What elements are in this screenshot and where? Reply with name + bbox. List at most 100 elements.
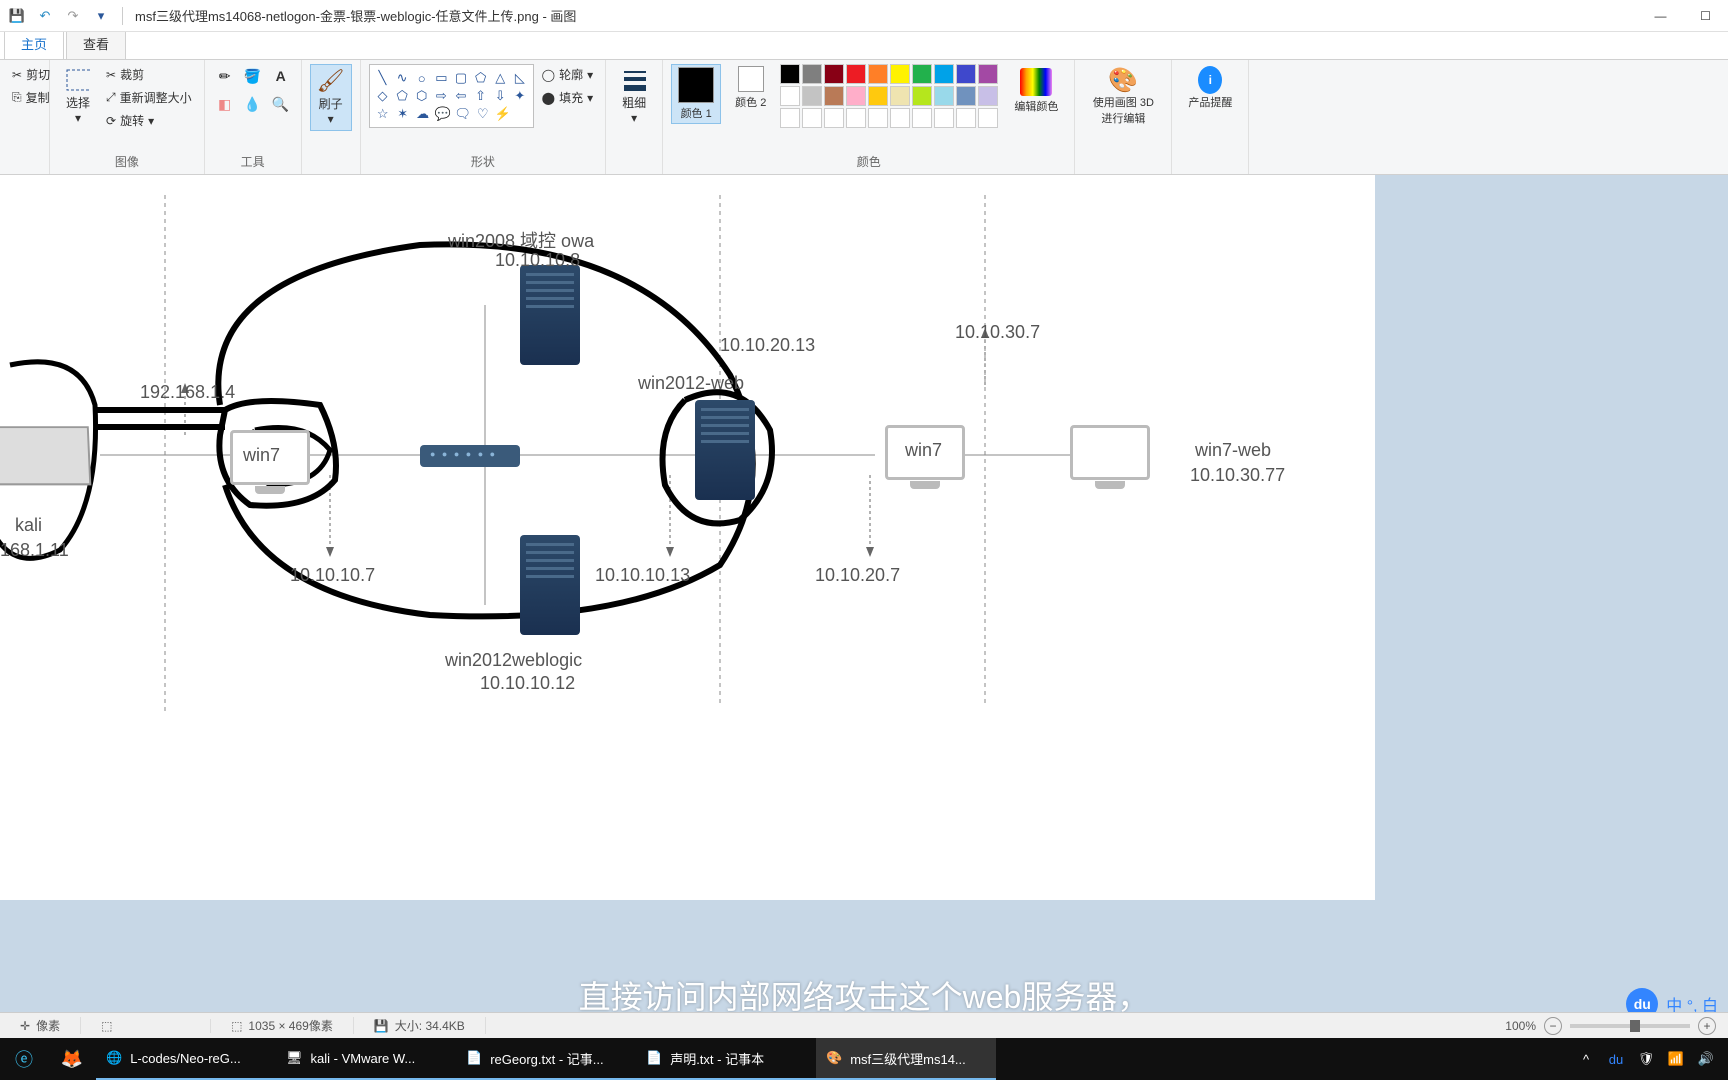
callout3-shape-icon[interactable]: 🗨 — [454, 105, 472, 123]
tray-shield-icon[interactable]: 🛡 — [1636, 1051, 1656, 1067]
eraser-tool-icon[interactable]: ◧ — [213, 92, 237, 116]
minimize-button[interactable]: ― — [1638, 0, 1683, 32]
arrow-l-shape-icon[interactable]: ⇦ — [452, 87, 470, 105]
text-tool-icon[interactable]: A — [269, 64, 293, 88]
callout2-shape-icon[interactable]: 💬 — [434, 105, 452, 123]
curve-shape-icon[interactable]: ∿ — [393, 69, 411, 87]
rtriangle-shape-icon[interactable]: ◺ — [511, 69, 529, 87]
color-swatch[interactable] — [780, 64, 800, 84]
custom-color-slot[interactable] — [912, 108, 932, 128]
thickness-button[interactable]: 粗细▾ — [614, 64, 654, 129]
color-swatch[interactable] — [824, 64, 844, 84]
shapes-gallery[interactable]: ╲ ∿ ○ ▭ ▢ ⬠ △ ◺ ◇ ⬠ ⬡ ⇨ ⇦ ⇧ ⇩ ✦ — [369, 64, 534, 128]
pencil-tool-icon[interactable]: ✏ — [213, 64, 237, 88]
pentagon-shape-icon[interactable]: ⬠ — [393, 87, 411, 105]
triangle-shape-icon[interactable]: △ — [491, 69, 509, 87]
custom-color-slot[interactable] — [934, 108, 954, 128]
custom-color-slot[interactable] — [890, 108, 910, 128]
firefox-icon[interactable]: 🦊 — [48, 1038, 96, 1080]
color-swatch[interactable] — [846, 64, 866, 84]
fill-tool-icon[interactable]: 🪣 — [241, 64, 265, 88]
picker-tool-icon[interactable]: 💧 — [241, 92, 265, 116]
qat-undo-icon[interactable]: ↶ — [34, 5, 56, 27]
zoom-in-button[interactable]: + — [1698, 1017, 1716, 1035]
custom-color-slot[interactable] — [846, 108, 866, 128]
callout1-shape-icon[interactable]: ☁ — [414, 105, 432, 123]
task-notepad2[interactable]: 📄声明.txt - 记事本 — [636, 1038, 816, 1080]
resize-button[interactable]: ⤢重新调整大小 — [102, 87, 196, 108]
color-swatch[interactable] — [802, 86, 822, 106]
color2-swatch — [738, 66, 764, 92]
color-swatch[interactable] — [956, 64, 976, 84]
color-swatch[interactable] — [846, 86, 866, 106]
brush-button[interactable]: 🖌 刷子▾ — [310, 64, 352, 131]
color-swatch[interactable] — [956, 86, 976, 106]
custom-color-slot[interactable] — [824, 108, 844, 128]
star5-shape-icon[interactable]: ☆ — [374, 105, 392, 123]
task-notepad1[interactable]: 📄reGeorg.txt - 记事... — [456, 1038, 636, 1080]
star4-shape-icon[interactable]: ✦ — [511, 87, 529, 105]
custom-color-slot[interactable] — [780, 108, 800, 128]
star6-shape-icon[interactable]: ✶ — [394, 105, 412, 123]
line-shape-icon[interactable]: ╲ — [374, 69, 392, 87]
color-swatch[interactable] — [802, 64, 822, 84]
copy-button[interactable]: ⎘复制 — [8, 87, 54, 108]
qat-redo-icon[interactable]: ↷ — [62, 5, 84, 27]
crop-button[interactable]: ✂裁剪 — [102, 64, 196, 85]
custom-color-slot[interactable] — [802, 108, 822, 128]
tray-up-icon[interactable]: ^ — [1576, 1052, 1596, 1067]
task-vmware[interactable]: 🖥kali - VMware W... — [276, 1038, 456, 1080]
color1-button[interactable]: 颜色 1 — [671, 64, 721, 124]
qat-customize-icon[interactable]: ▾ — [90, 5, 112, 27]
zoom-out-button[interactable]: − — [1544, 1017, 1562, 1035]
outline-button[interactable]: ◯轮廓 ▾ — [538, 64, 597, 85]
diamond-shape-icon[interactable]: ◇ — [374, 87, 392, 105]
heart-shape-icon[interactable]: ♡ — [474, 105, 492, 123]
arrow-u-shape-icon[interactable]: ⇧ — [472, 87, 490, 105]
color-swatch[interactable] — [978, 64, 998, 84]
task-paint[interactable]: 🎨msf三级代理ms14... — [816, 1038, 996, 1080]
roundrect-shape-icon[interactable]: ▢ — [452, 69, 470, 87]
color-swatch[interactable] — [780, 86, 800, 106]
edit-colors-button[interactable]: 编辑颜色 — [1006, 64, 1066, 118]
color-swatch[interactable] — [934, 86, 954, 106]
ie-icon[interactable]: ⓔ — [0, 1038, 48, 1080]
color-swatch[interactable] — [824, 86, 844, 106]
rect-shape-icon[interactable]: ▭ — [433, 69, 451, 87]
custom-color-slot[interactable] — [956, 108, 976, 128]
rotate-button[interactable]: ⟳旋转 ▾ — [102, 110, 196, 131]
color-swatch[interactable] — [868, 64, 888, 84]
tray-baidu-icon[interactable]: du — [1606, 1052, 1626, 1067]
fill-shape-button[interactable]: ⬤填充 ▾ — [538, 87, 597, 108]
arrow-d-shape-icon[interactable]: ⇩ — [491, 87, 509, 105]
paint3d-button[interactable]: 🎨 使用画图 3D 进行编辑 — [1083, 64, 1163, 130]
maximize-button[interactable]: ☐ — [1683, 0, 1728, 32]
tray-volume-icon[interactable]: 🔊 — [1696, 1051, 1716, 1067]
select-button[interactable]: 选择▾ — [58, 64, 98, 129]
oval-shape-icon[interactable]: ○ — [413, 69, 431, 87]
custom-color-slot[interactable] — [868, 108, 888, 128]
hexagon-shape-icon[interactable]: ⬡ — [413, 87, 431, 105]
lightning-shape-icon[interactable]: ⚡ — [494, 105, 512, 123]
color-swatch[interactable] — [912, 64, 932, 84]
color-swatch[interactable] — [912, 86, 932, 106]
window-title: msf三级代理ms14068-netlogon-金票-银票-weblogic-任… — [135, 6, 576, 25]
tray-wifi-icon[interactable]: 📶 — [1666, 1051, 1686, 1067]
zoom-tool-icon[interactable]: 🔍 — [269, 92, 293, 116]
color-swatch[interactable] — [868, 86, 888, 106]
qat-save-icon[interactable]: 💾 — [6, 5, 28, 27]
cut-button[interactable]: ✂剪切 — [8, 64, 54, 85]
alerts-button[interactable]: i 产品提醒 — [1180, 64, 1240, 114]
canvas[interactable]: kali 168.1.11 192.168.1.4 win7 10.10.10.… — [0, 175, 1375, 900]
thickness-icon — [622, 68, 646, 92]
color-swatch[interactable] — [890, 64, 910, 84]
task-chrome[interactable]: 🌐L-codes/Neo-reG... — [96, 1038, 276, 1080]
polygon-shape-icon[interactable]: ⬠ — [472, 69, 490, 87]
color-swatch[interactable] — [934, 64, 954, 84]
color-swatch[interactable] — [890, 86, 910, 106]
arrow-r-shape-icon[interactable]: ⇨ — [433, 87, 451, 105]
custom-color-slot[interactable] — [978, 108, 998, 128]
color-swatch[interactable] — [978, 86, 998, 106]
zoom-slider[interactable] — [1570, 1024, 1690, 1028]
color2-button[interactable]: 颜色 2 — [729, 64, 772, 112]
